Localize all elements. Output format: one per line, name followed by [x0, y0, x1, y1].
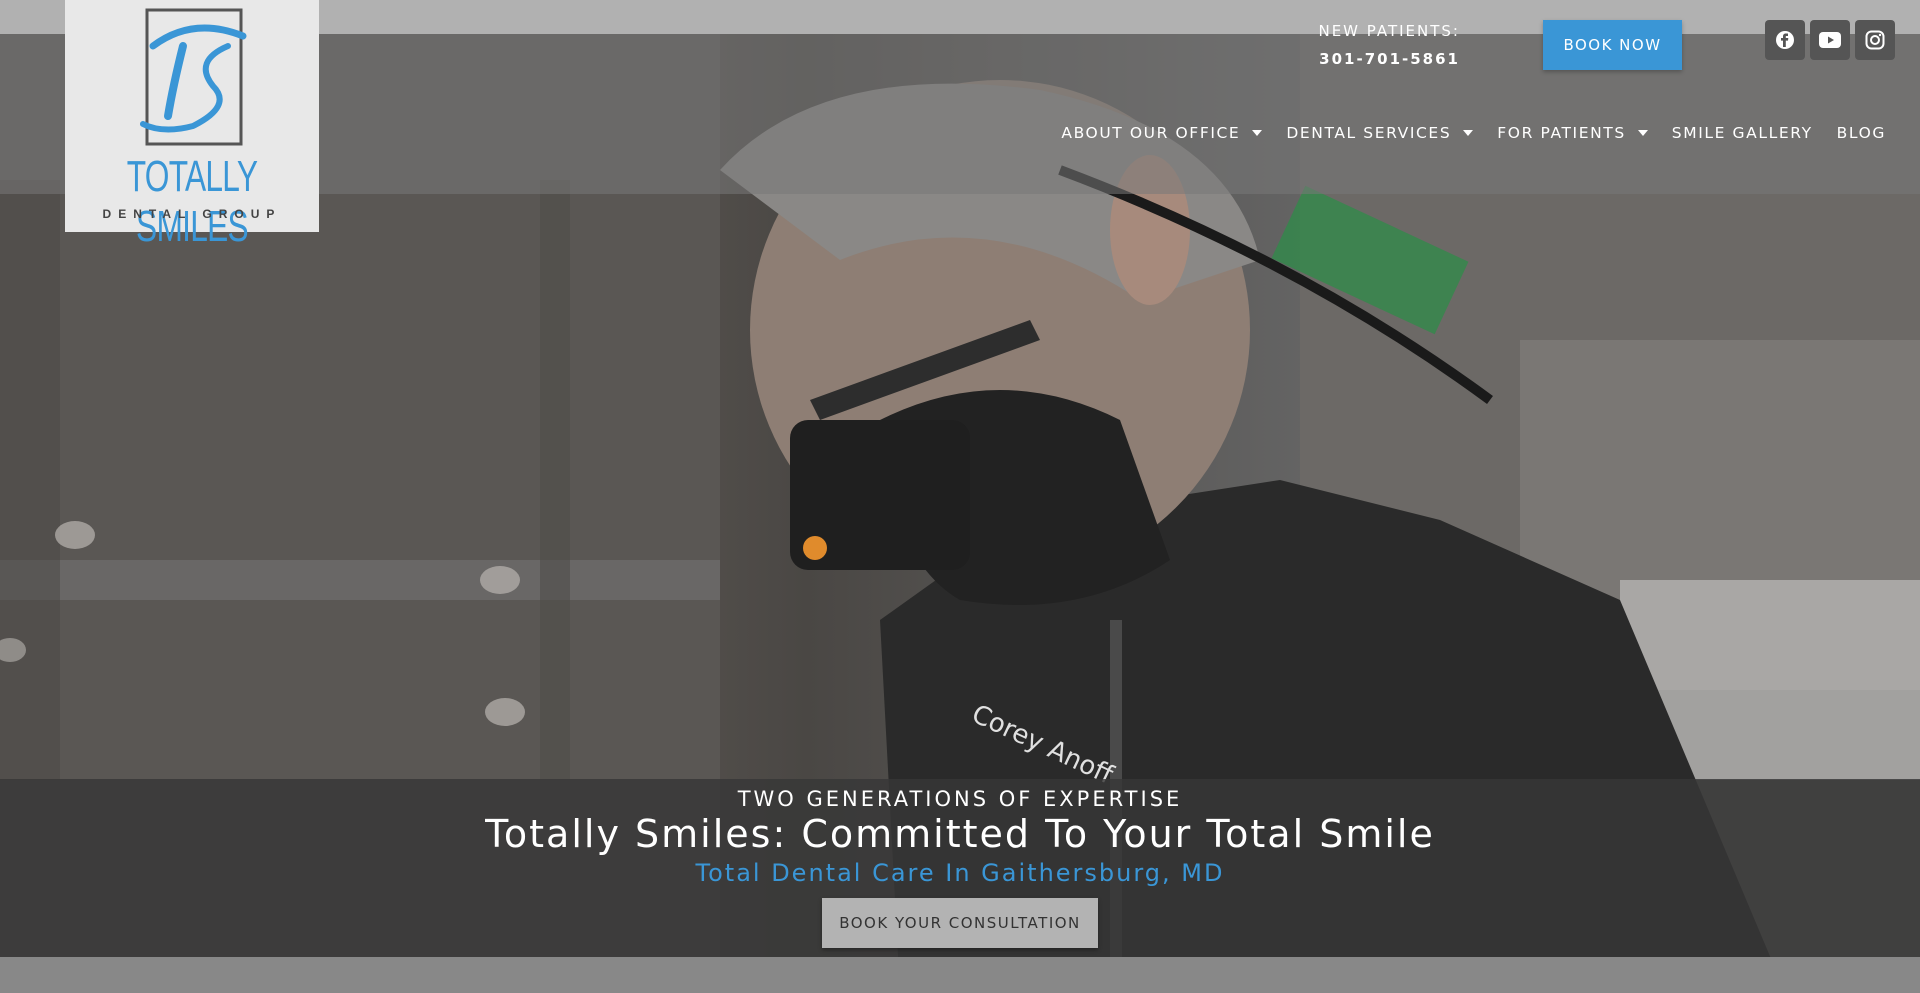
- nav-item-label: DENTAL SERVICES: [1286, 124, 1452, 142]
- caret-down-icon: [1252, 130, 1263, 136]
- main-nav: ABOUT OUR OFFICE DENTAL SERVICES FOR PAT…: [1049, 124, 1898, 142]
- nav-item-smile-gallery[interactable]: SMILE GALLERY: [1660, 124, 1825, 142]
- caret-down-icon: [1463, 130, 1474, 136]
- hero-subheadline: Total Dental Care In Gaithersburg, MD: [695, 859, 1225, 887]
- book-consultation-button[interactable]: BOOK YOUR CONSULTATION: [822, 898, 1098, 948]
- nav-item-label: BLOG: [1836, 124, 1886, 142]
- page-bottom-strip: [0, 957, 1920, 993]
- nav-item-label: FOR PATIENTS: [1497, 124, 1626, 142]
- nav-item-about-our-office[interactable]: ABOUT OUR OFFICE: [1049, 124, 1274, 142]
- logo-mark-icon: [140, 8, 247, 146]
- new-patients-label: NEW PATIENTS:: [1318, 22, 1460, 40]
- nav-item-label: ABOUT OUR OFFICE: [1061, 124, 1241, 142]
- hero-eyebrow: TWO GENERATIONS OF EXPERTISE: [737, 787, 1183, 811]
- caret-down-icon: [1637, 130, 1648, 136]
- hero-headline: Totally Smiles: Committed To Your Total …: [485, 812, 1435, 856]
- nav-item-dental-services[interactable]: DENTAL SERVICES: [1274, 124, 1485, 142]
- site-logo[interactable]: TOTALLY SMILES DENTAL GROUP: [65, 0, 319, 251]
- logo-subtitle: DENTAL GROUP: [102, 207, 282, 221]
- logo-name: TOTALLY SMILES: [126, 152, 258, 251]
- nav-item-blog[interactable]: BLOG: [1825, 124, 1898, 142]
- book-now-button[interactable]: BOOK NOW: [1543, 20, 1682, 70]
- youtube-icon[interactable]: [1810, 20, 1850, 60]
- nav-item-for-patients[interactable]: FOR PATIENTS: [1485, 124, 1660, 142]
- instagram-icon[interactable]: [1855, 20, 1895, 60]
- phone-link[interactable]: 301-701-5861: [1300, 50, 1460, 68]
- nav-item-label: SMILE GALLERY: [1671, 124, 1813, 142]
- facebook-icon[interactable]: [1765, 20, 1805, 60]
